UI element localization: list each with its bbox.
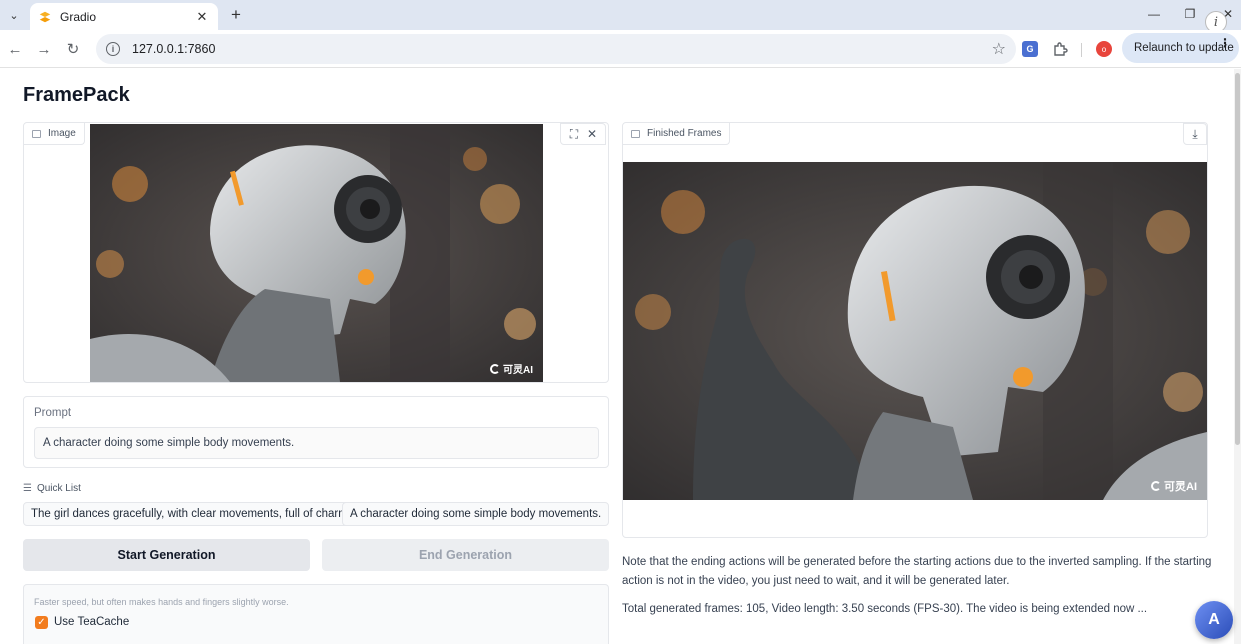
image-label: Image — [24, 123, 85, 145]
tab-close-icon[interactable]: ✕ — [194, 9, 210, 25]
site-info-icon[interactable]: i — [106, 42, 120, 56]
robot-video-graphic — [623, 162, 1207, 500]
output-video[interactable]: 可灵AI — [623, 162, 1207, 500]
finished-frames-label: Finished Frames — [623, 123, 731, 145]
new-tab-icon[interactable]: + — [226, 5, 246, 25]
input-image: 可灵AI — [90, 124, 543, 382]
reload-icon[interactable]: ↻ — [63, 39, 83, 59]
robot-image-graphic — [90, 124, 543, 382]
prompt-label: Prompt — [34, 407, 72, 419]
toolbar-separator — [1081, 43, 1082, 57]
browser-toolbar: ← → ↻ i 127.0.0.1:7860 ☆ G o Relaunch to… — [0, 30, 1241, 68]
image-actions: ⛶ ✕ — [560, 123, 606, 145]
assistant-fab-icon[interactable]: A — [1195, 601, 1233, 639]
teacache-label[interactable]: Use TeaCache — [54, 616, 129, 628]
start-generation-button[interactable]: Start Generation — [23, 539, 310, 571]
relaunch-to-update-button[interactable]: Relaunch to update ⋮ — [1122, 33, 1239, 63]
teacache-hint: Faster speed, but often makes hands and … — [34, 597, 289, 607]
video-icon — [631, 129, 640, 138]
tab-title: Gradio — [60, 9, 97, 24]
minimize-icon[interactable]: — — [1143, 4, 1165, 24]
teacache-panel: Faster speed, but often makes hands and … — [23, 584, 609, 644]
translate-glyph: G — [1022, 41, 1038, 57]
page-scrollbar[interactable] — [1234, 69, 1241, 644]
quick-list-item[interactable]: The girl dances gracefully, with clear m… — [23, 502, 359, 526]
translate-icon[interactable]: G — [1020, 39, 1040, 59]
browser-tab-bar: ⌄ Gradio ✕ + — ❐ ✕ — [0, 0, 1241, 30]
prompt-input[interactable] — [34, 427, 599, 459]
prompt-panel: Prompt — [23, 396, 609, 468]
browser-tab[interactable]: Gradio ✕ — [30, 3, 218, 30]
more-menu-icon[interactable]: ⋮ — [1219, 37, 1231, 49]
list-icon: ☰ — [23, 483, 32, 494]
fullscreen-icon[interactable]: ⛶ — [567, 127, 581, 142]
video-actions: ⤓ — [1183, 123, 1207, 145]
sampling-note: Note that the ending actions will be gen… — [622, 556, 1212, 587]
address-bar[interactable]: i 127.0.0.1:7860 ☆ — [96, 34, 1016, 64]
gradio-favicon-icon — [39, 11, 51, 22]
profile-initial: o — [1096, 41, 1112, 57]
scrollbar-thumb[interactable] — [1235, 73, 1240, 445]
teacache-checkbox[interactable]: ✓ — [35, 616, 48, 629]
profile-avatar[interactable]: o — [1094, 39, 1114, 59]
forward-icon[interactable]: → — [34, 39, 54, 59]
back-icon[interactable]: ← — [5, 39, 25, 59]
image-icon — [32, 129, 41, 138]
quick-list-label: ☰ Quick List — [23, 483, 81, 494]
url-text[interactable]: 127.0.0.1:7860 — [132, 42, 992, 56]
finished-frames-panel: Finished Frames ⤓ 可灵AI — [622, 122, 1208, 538]
end-generation-button[interactable]: End Generation — [322, 539, 609, 571]
generation-status: Total generated frames: 105, Video lengt… — [622, 603, 1148, 615]
tab-search-chevron-icon[interactable]: ⌄ — [4, 5, 24, 25]
puzzle-icon — [1054, 42, 1068, 56]
page-title: FramePack — [23, 84, 130, 106]
restore-icon[interactable]: ❐ — [1179, 4, 1201, 24]
quick-list-item[interactable]: A character doing some simple body movem… — [342, 502, 610, 526]
clear-image-icon[interactable]: ✕ — [585, 127, 599, 141]
bookmark-star-icon[interactable]: ☆ — [992, 39, 1006, 59]
video-watermark: 可灵AI — [1151, 478, 1197, 494]
extensions-puzzle-icon[interactable] — [1050, 39, 1070, 59]
image-watermark: 可灵AI — [490, 361, 533, 376]
download-icon[interactable]: ⤓ — [1188, 127, 1202, 142]
input-image-panel[interactable]: 可灵AI Image ⛶ ✕ — [23, 122, 609, 383]
